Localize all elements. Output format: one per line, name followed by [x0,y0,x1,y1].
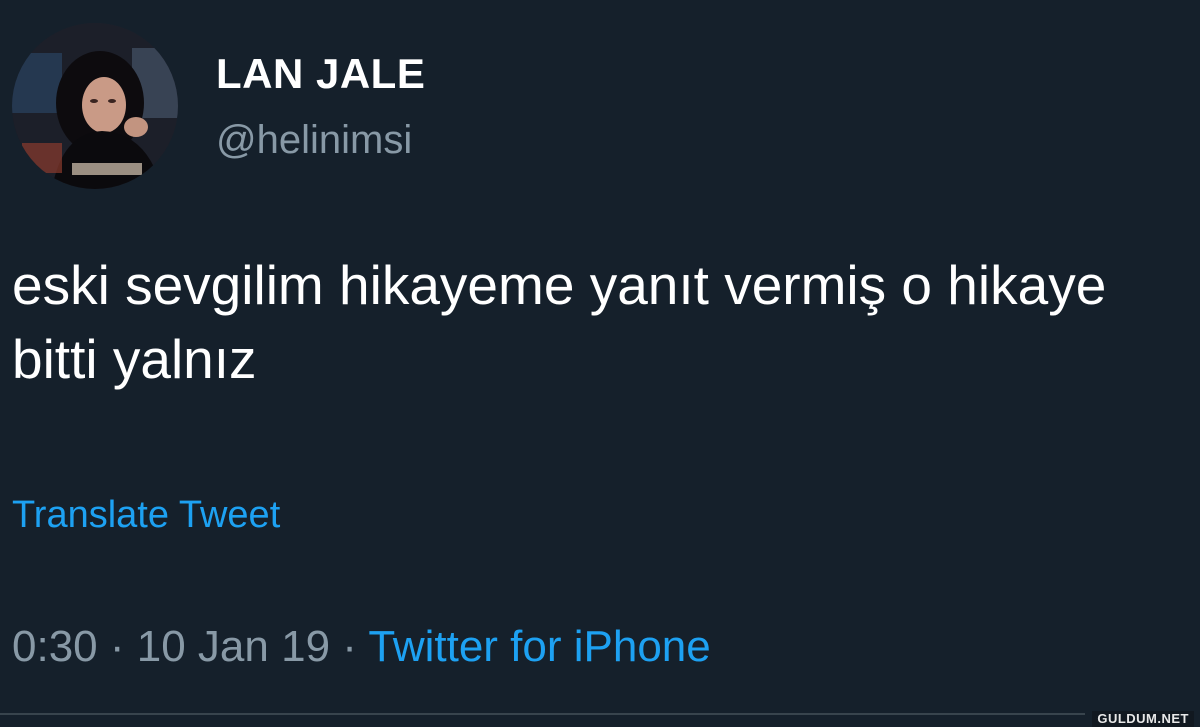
avatar-photo [12,23,178,189]
tweet-metadata: 0:30 · 10 Jan 19 · Twitter for iPhone [12,622,711,672]
display-name[interactable]: LAN JALE [216,50,425,98]
tweet-time[interactable]: 0:30 [12,622,98,671]
divider [0,713,1085,715]
meta-separator: · [109,622,125,671]
site-watermark: GULDUM.NET [1092,711,1194,727]
tweet-date[interactable]: 10 Jan 19 [137,622,330,671]
user-handle[interactable]: @helinimsi [216,118,412,163]
tweet-source-link[interactable]: Twitter for iPhone [368,622,710,671]
tweet-text: eski sevgilim hikayeme yanıt vermiş o hi… [12,254,1107,390]
translate-tweet-link[interactable]: Translate Tweet [12,494,280,537]
avatar[interactable] [12,23,178,189]
meta-separator: · [342,622,357,671]
